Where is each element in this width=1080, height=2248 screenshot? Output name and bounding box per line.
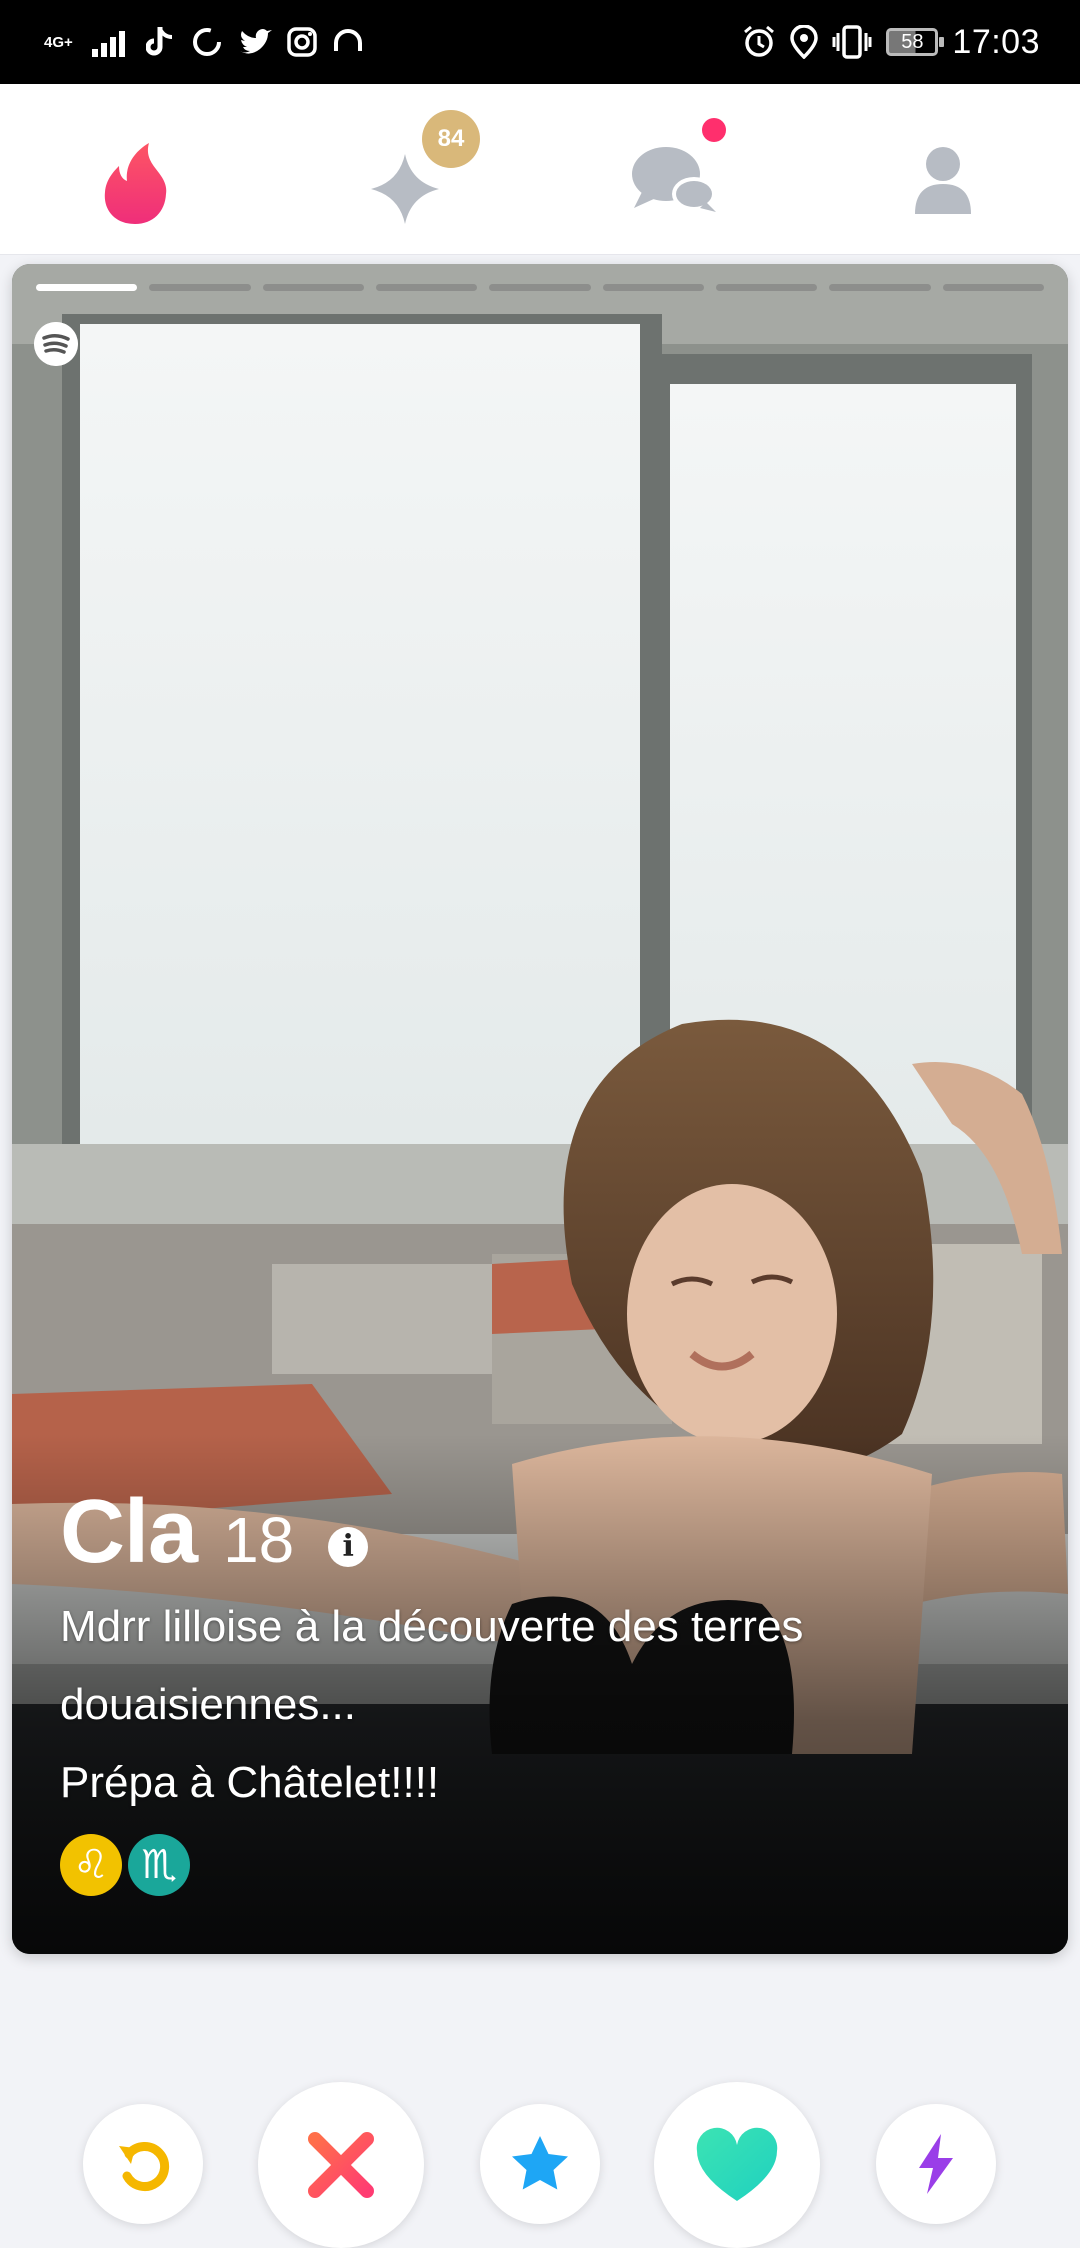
photo-indicator-2[interactable]	[149, 284, 251, 291]
boost-button[interactable]	[876, 2104, 996, 2224]
zodiac-badges: ♌ ♏	[60, 1834, 1040, 1896]
photo-indicator-3[interactable]	[262, 284, 364, 291]
location-icon	[790, 25, 819, 59]
gold-likes-badge: 84	[422, 110, 480, 168]
rewind-button[interactable]	[83, 2104, 203, 2224]
photo-progress-bar	[36, 284, 1044, 292]
status-bar-right: 58 17:03	[742, 18, 1040, 66]
profile-age: 18	[223, 1504, 295, 1576]
profile-card[interactable]: Cla 18 i Mdrr lilloise à la découverte d…	[12, 264, 1068, 1954]
top-navigation: 84	[0, 84, 1080, 255]
like-button[interactable]	[654, 2082, 820, 2248]
sync-icon	[193, 28, 221, 56]
star-icon	[512, 2136, 568, 2190]
vibrate-icon	[832, 25, 872, 59]
tiktok-icon	[146, 27, 173, 56]
photo-indicator-8[interactable]	[829, 284, 931, 291]
photo-indicator-1[interactable]	[36, 284, 138, 291]
nav-tinder-flame[interactable]	[80, 124, 190, 234]
nav-gold-likes[interactable]: 84	[350, 110, 480, 234]
status-time: 17:03	[952, 22, 1040, 61]
battery-icon: 58	[886, 28, 945, 56]
close-icon	[308, 2132, 374, 2198]
nav-messages[interactable]	[620, 118, 730, 234]
super-like-button[interactable]	[480, 2104, 600, 2224]
photo-indicator-9[interactable]	[942, 284, 1044, 291]
swipe-actions	[0, 1954, 1080, 2248]
nav-profile[interactable]	[888, 124, 998, 234]
profile-name: Cla	[60, 1482, 198, 1582]
instagram-icon	[287, 27, 317, 57]
heart-icon	[696, 2127, 778, 2201]
photo-indicator-6[interactable]	[602, 284, 704, 291]
twitter-icon	[240, 29, 272, 54]
rewind-icon	[119, 2142, 170, 2191]
photo-indicator-7[interactable]	[715, 284, 818, 291]
alarm-icon	[744, 25, 775, 57]
leo-icon: ♌	[60, 1834, 122, 1896]
signal-icon	[92, 31, 125, 57]
photo-indicator-4[interactable]	[375, 284, 478, 291]
photo-indicator-5[interactable]	[489, 284, 591, 291]
status-bar-left: 4G+	[44, 22, 364, 62]
person-icon	[915, 147, 971, 214]
scorpio-icon: ♏	[128, 1834, 190, 1896]
name-age-row: Cla 18 i	[60, 1482, 1040, 1582]
flame-icon	[104, 143, 167, 224]
battery-level: 58	[901, 31, 924, 53]
lightning-icon	[919, 2134, 953, 2194]
network-type: 4G+	[44, 33, 73, 51]
nope-button[interactable]	[258, 2082, 424, 2248]
new-message-dot	[702, 118, 726, 142]
spotify-icon	[34, 322, 78, 366]
profile-bio: Mdrr lilloise à la découverte des terres…	[60, 1602, 804, 1807]
info-icon[interactable]: i	[328, 1527, 369, 1567]
profile-info: Cla 18 i Mdrr lilloise à la découverte d…	[60, 1482, 1040, 1896]
status-bar: 4G+ 58 17:03	[0, 0, 1080, 84]
headphones-icon	[334, 29, 362, 51]
